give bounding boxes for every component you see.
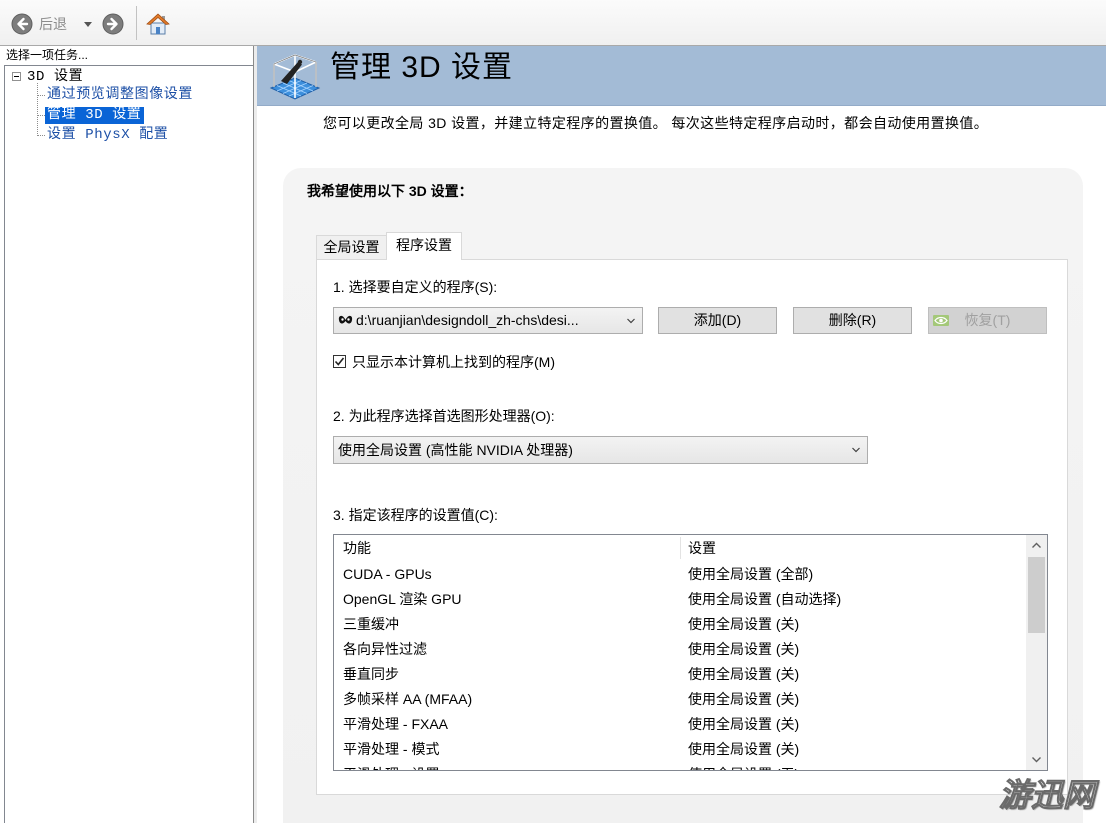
settings-group-label: 我希望使用以下 3D 设置： [307, 183, 473, 199]
graphics-processor-select[interactable]: 使用全局设置 (高性能 NVIDIA 处理器) [333, 436, 868, 464]
table-scrollbar[interactable] [1026, 535, 1047, 770]
table-row[interactable]: 平滑处理 - 模式 使用全局设置 (关) [334, 737, 1026, 762]
tab-global-settings[interactable]: 全局设置 [316, 235, 387, 260]
table-row[interactable]: OpenGL 渲染 GPU 使用全局设置 (自动选择) [334, 587, 1026, 612]
tree-connector [38, 95, 45, 96]
program-select[interactable]: d:\ruanjian\designdoll_zh-chs\desi... [333, 307, 643, 334]
tree-connector [38, 135, 45, 136]
task-panel-header: 选择一项任务... [6, 48, 89, 62]
nvidia-icon [932, 313, 950, 328]
settings-table[interactable]: 功能 设置 CUDA - GPUs 使用全局设置 (全部) OpenGL 渲染 … [333, 534, 1048, 771]
toolbar-separator [136, 6, 137, 40]
column-header-feature[interactable]: 功能 [343, 535, 371, 561]
tab-program-settings[interactable]: 程序设置 [386, 232, 462, 260]
watermark-logo: 游迅网 [998, 776, 1096, 814]
remove-program-button[interactable]: 删除(R) [793, 307, 912, 334]
task-tree [4, 65, 253, 823]
feature-cell: 平滑处理 - 模式 [343, 741, 440, 757]
step1-label: 1. 选择要自定义的程序(S): [333, 279, 498, 295]
feature-cell: 平滑处理 - FXAA [343, 716, 449, 732]
home-icon[interactable] [145, 11, 171, 37]
feature-cell: 三重缓冲 [343, 616, 399, 632]
tree-item-adjust-image-preview[interactable]: 通过预览调整图像设置 [47, 87, 193, 104]
checkmark-icon [334, 357, 345, 366]
feature-cell: 平滑处理 - 设置 [343, 762, 439, 770]
feature-cell: OpenGL 渲染 GPU [343, 591, 462, 607]
table-row[interactable]: 平滑处理 - 设置 使用全局设置 (无) [334, 762, 1026, 770]
scroll-thumb[interactable] [1028, 557, 1045, 633]
tree-item-physx-config[interactable]: 设置 PhysX 配置 [47, 127, 168, 144]
chevron-down-icon [626, 316, 636, 326]
chevron-down-icon [851, 445, 861, 455]
setting-cell: 使用全局设置 (关) [688, 666, 800, 682]
setting-cell: 使用全局设置 (关) [688, 691, 800, 707]
page-header: 管理 3D 设置 [257, 46, 1106, 106]
table-row[interactable]: 各向异性过滤 使用全局设置 (关) [334, 637, 1026, 662]
add-program-button[interactable]: 添加(D) [658, 307, 777, 334]
designdoll-app-icon [338, 313, 353, 328]
navigation-toolbar: 后退 [0, 0, 1106, 46]
panel-splitter[interactable] [253, 46, 257, 823]
scroll-up-icon[interactable] [1026, 535, 1047, 556]
history-dropdown-icon[interactable] [82, 18, 94, 30]
step3-label: 3. 指定该程序的设置值(C): [333, 507, 498, 523]
restore-button[interactable]: 恢复(T) [928, 307, 1047, 334]
tree-connector [37, 83, 38, 136]
feature-cell: 垂直同步 [343, 666, 399, 682]
forward-arrow-icon[interactable] [102, 13, 124, 35]
back-arrow-icon[interactable] [11, 13, 33, 35]
3d-settings-icon [268, 50, 322, 102]
column-header-setting[interactable]: 设置 [688, 535, 716, 561]
task-panel: 选择一项任务... 3D 设置 通过预览调整图像设置 管理 3D 设置 设置 P… [0, 46, 253, 823]
setting-cell: 使用全局设置 (关) [688, 716, 800, 732]
scroll-down-icon[interactable] [1026, 749, 1047, 770]
page-description: 您可以更改全局 3D 设置，并建立特定程序的置换值。 每次这些特定程序启动时，都… [323, 115, 989, 131]
program-select-value: d:\ruanjian\designdoll_zh-chs\desi... [356, 312, 579, 328]
table-row[interactable]: 多帧采样 AA (MFAA) 使用全局设置 (关) [334, 687, 1026, 712]
feature-cell: CUDA - GPUs [343, 566, 432, 582]
table-row[interactable]: 三重缓冲 使用全局设置 (关) [334, 612, 1026, 637]
setting-cell: 使用全局设置 (自动选择) [688, 591, 842, 607]
setting-cell: 使用全局设置 (全部) [688, 566, 814, 582]
setting-cell: 使用全局设置 (关) [688, 741, 800, 757]
only-found-programs-label[interactable]: 只显示本计算机上找到的程序(M) [352, 353, 555, 371]
feature-cell: 多帧采样 AA (MFAA) [343, 691, 473, 707]
graphics-processor-value: 使用全局设置 (高性能 NVIDIA 处理器) [338, 442, 573, 458]
table-row[interactable]: CUDA - GPUs 使用全局设置 (全部) [334, 562, 1026, 587]
page-title: 管理 3D 设置 [330, 51, 514, 84]
tree-collapse-icon[interactable] [12, 72, 21, 81]
back-button-label[interactable]: 后退 [39, 15, 67, 33]
setting-cell: 使用全局设置 (无) [688, 762, 799, 770]
column-divider[interactable] [680, 537, 681, 559]
step2-label: 2. 为此程序选择首选图形处理器(O): [333, 408, 555, 424]
feature-cell: 各向异性过滤 [343, 641, 427, 657]
setting-cell: 使用全局设置 (关) [688, 616, 800, 632]
table-row[interactable]: 垂直同步 使用全局设置 (关) [334, 662, 1026, 687]
table-row[interactable]: 平滑处理 - FXAA 使用全局设置 (关) [334, 712, 1026, 737]
setting-cell: 使用全局设置 (关) [688, 641, 800, 657]
only-found-programs-checkbox[interactable] [333, 355, 346, 368]
tree-item-3d-settings[interactable]: 3D 设置 [27, 69, 83, 86]
tree-connector [38, 115, 45, 116]
tree-item-manage-3d-settings[interactable]: 管理 3D 设置 [45, 107, 145, 124]
